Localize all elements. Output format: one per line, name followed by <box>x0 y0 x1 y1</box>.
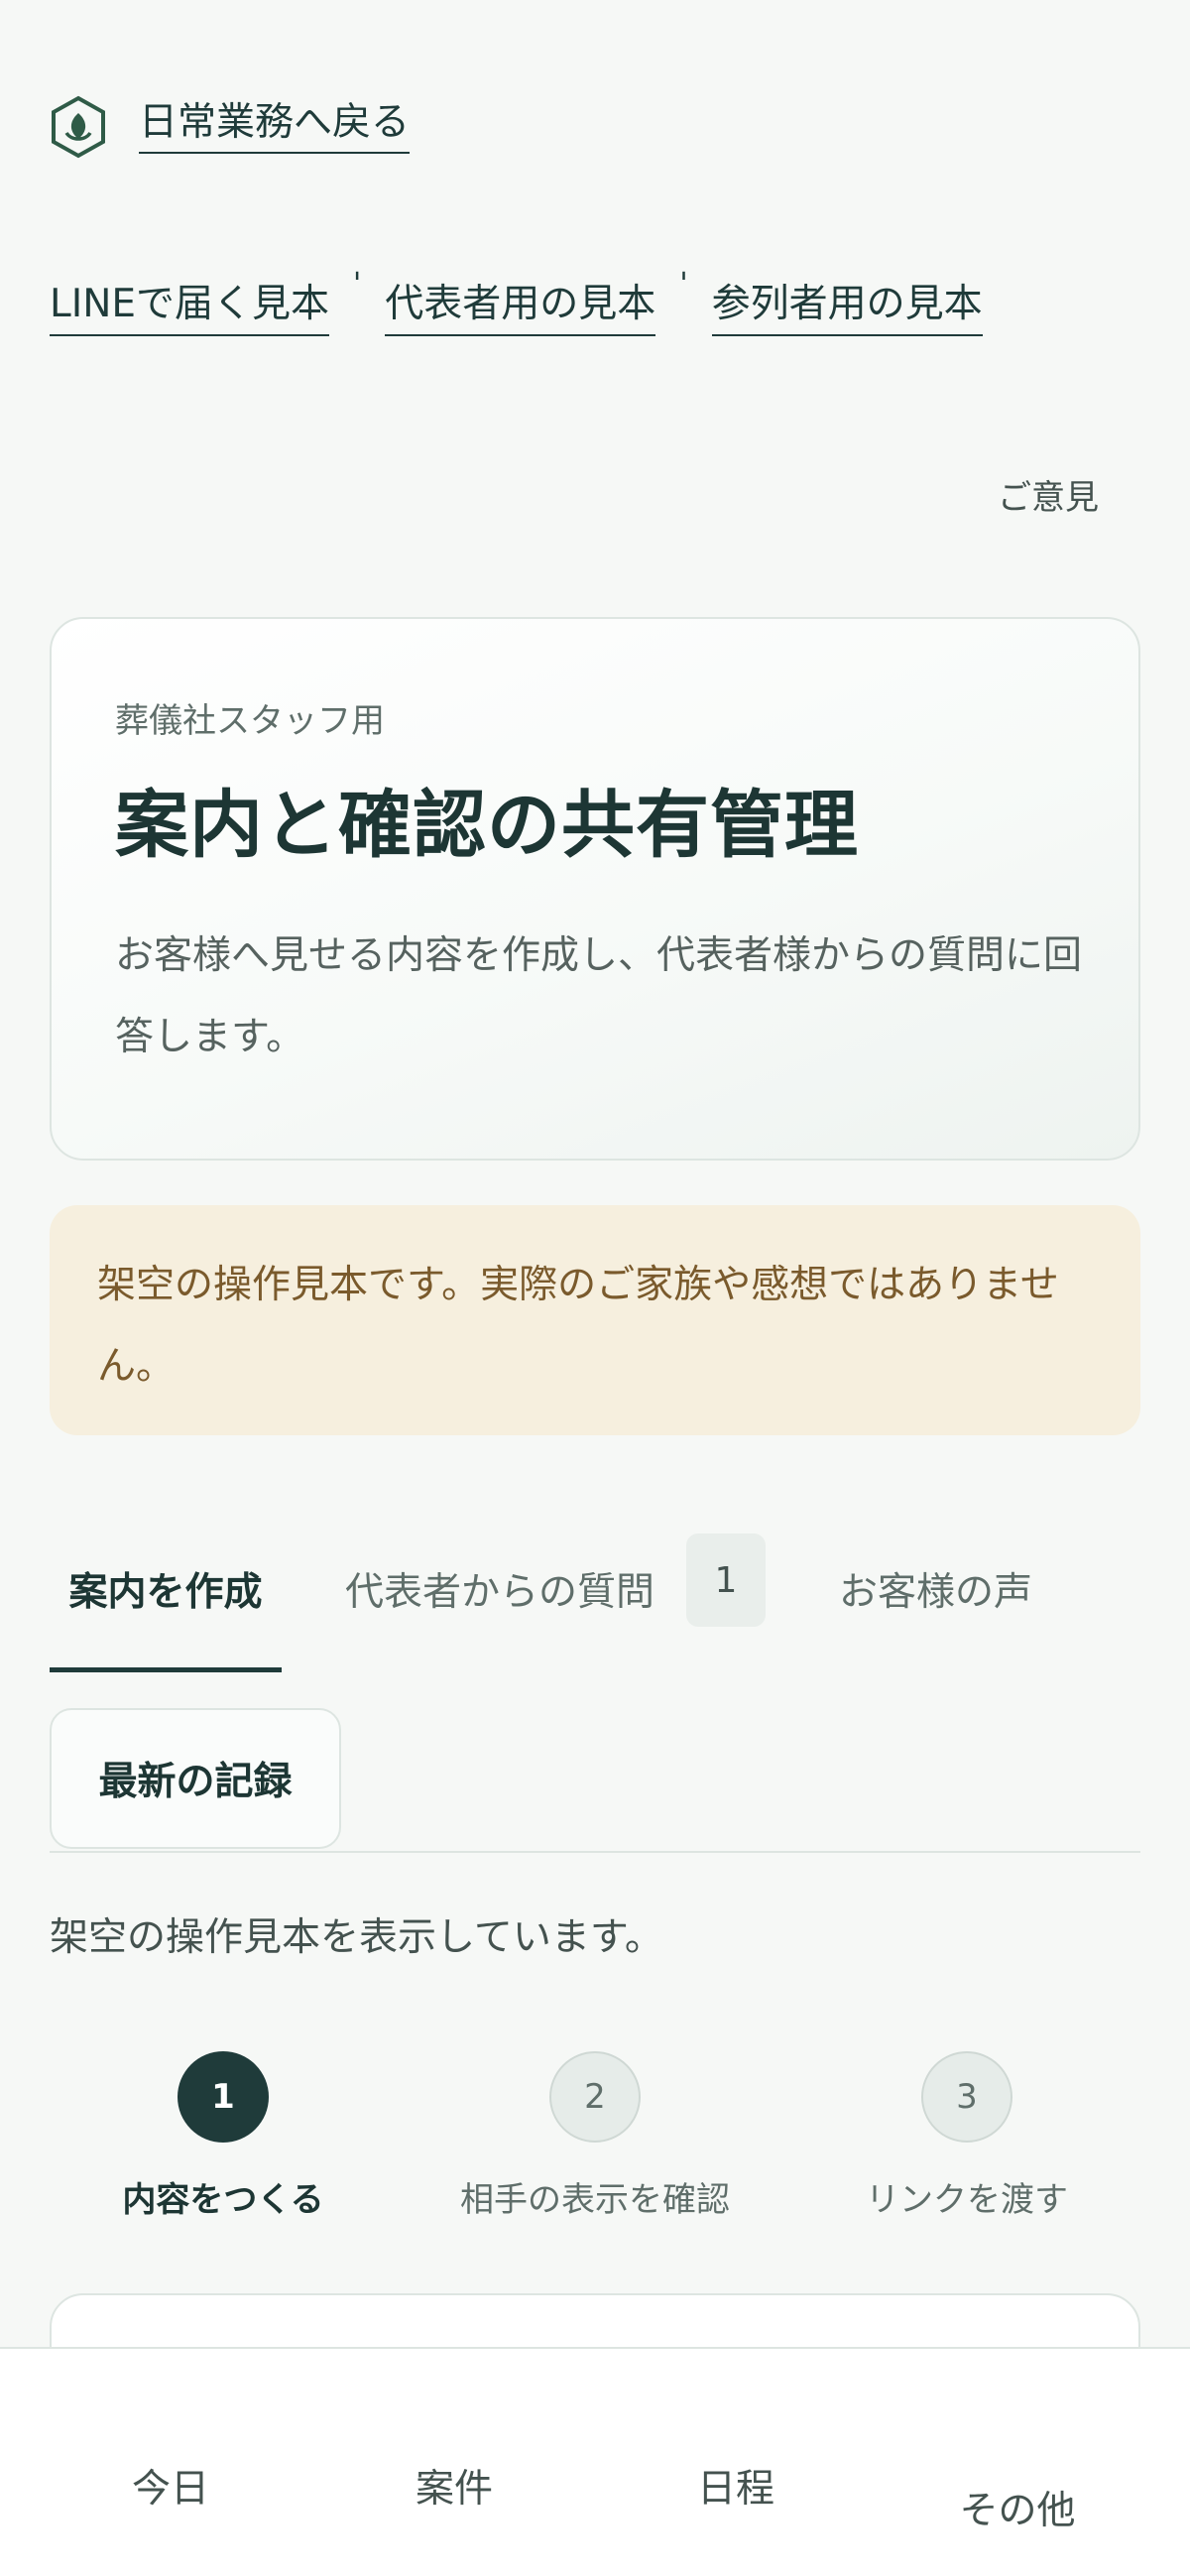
step-share-link[interactable]: 3 リンクを渡す <box>769 2051 1165 2221</box>
sample-links: LINEで届く見本 ' 代表者用の見本 ' 参列者用の見本 <box>50 270 983 336</box>
step-number: 3 <box>921 2051 1012 2143</box>
separator: ' <box>353 267 362 302</box>
step-indicator: 1 内容をつくる 2 相手の表示を確認 3 リンクを渡す <box>0 2051 1190 2230</box>
step-number: 2 <box>549 2051 641 2143</box>
questions-count-badge: 1 <box>686 1533 766 1627</box>
hero-card: 葬儀社スタッフ用 案内と確認の共有管理 お客様へ見せる内容を作成し、代表者様から… <box>50 617 1140 1161</box>
latest-records-button[interactable]: 最新の記録 <box>50 1708 341 1849</box>
tab-customer-voice[interactable]: お客様の声 <box>839 1533 1032 1672</box>
nav-today[interactable]: 今日 <box>71 2458 270 2514</box>
back-row[interactable]: 日常業務へ戻る <box>50 95 411 159</box>
nav-schedule[interactable]: 日程 <box>637 2458 835 2514</box>
status-text: 架空の操作見本を表示しています。 <box>50 1915 663 1960</box>
step-label: 相手の表示を確認 <box>460 2180 730 2220</box>
representative-sample-link[interactable]: 代表者用の見本 <box>385 282 656 336</box>
leaf-shield-icon <box>50 95 107 159</box>
hero-description: お客様へ見せる内容を作成し、代表者様からの質問に回答します。 <box>115 933 1083 1060</box>
back-to-daily-link[interactable]: 日常業務へ戻る <box>139 100 411 155</box>
step-label: リンクを渡す <box>866 2180 1068 2220</box>
nav-cases[interactable]: 案件 <box>355 2458 553 2514</box>
tab-create[interactable]: 案内を作成 <box>50 1533 282 1672</box>
attendee-sample-link[interactable]: 参列者用の見本 <box>711 282 983 336</box>
separator: ' <box>679 267 688 302</box>
notice-banner: 架空の操作見本です。実際のご家族や感想ではありません。 <box>50 1205 1140 1435</box>
page-title: 案内と確認の共有管理 <box>115 783 859 868</box>
step-label: 内容をつくる <box>122 2180 324 2220</box>
nav-other[interactable]: その他 <box>918 2480 1117 2535</box>
tab-questions[interactable]: 代表者からの質問 <box>345 1533 654 1672</box>
line-sample-link[interactable]: LINEで届く見本 <box>50 282 330 336</box>
feedback-link[interactable]: ご意見 <box>998 470 1099 519</box>
app-root: 日常業務へ戻る LINEで届く見本 ' 代表者用の見本 ' 参列者用の見本 ご意… <box>0 0 1190 2576</box>
hero-eyebrow: 葬儀社スタッフ用 <box>115 701 385 741</box>
tab-bar: 案内を作成 代表者からの質問 1 お客様の声 <box>50 1533 1140 1672</box>
step-preview[interactable]: 2 相手の表示を確認 <box>397 2051 793 2221</box>
bottom-nav: 今日 案件 日程 その他 <box>0 2347 1190 2576</box>
divider <box>50 1851 1140 1853</box>
step-number: 1 <box>178 2051 269 2143</box>
step-create[interactable]: 1 内容をつくる <box>25 2051 421 2221</box>
